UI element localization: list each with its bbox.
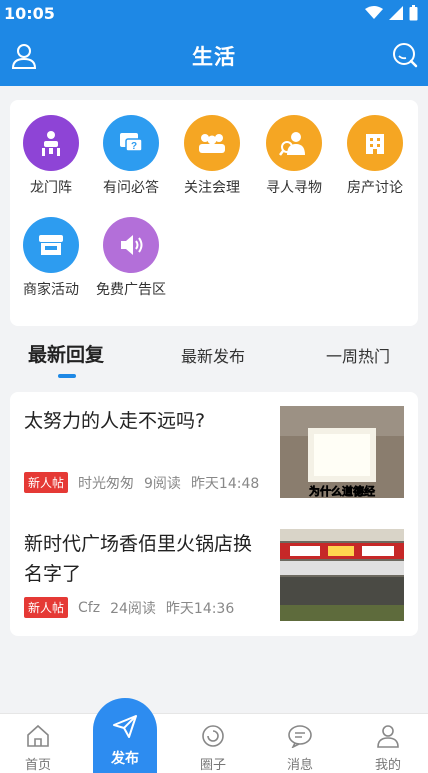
circle-icon (202, 725, 224, 747)
category-mianfeiguanggao[interactable]: 免费广告区 (90, 217, 172, 299)
meeting-icon (23, 115, 79, 171)
category-fangchantaolun[interactable]: 房产讨论 (334, 115, 416, 197)
bottom-nav: 首页 圈子 消息 我的 (0, 713, 428, 773)
category-grid: 龙门阵 ? 有问必答 关注会理 寻人寻物 房产讨论 商家活动 免费广告区 (10, 100, 418, 326)
active-tab-indicator (58, 374, 76, 378)
post-time: 昨天14:36 (165, 600, 235, 617)
chat-icon (288, 725, 312, 749)
status-time: 10:05 (4, 3, 55, 23)
group-icon (184, 115, 240, 171)
post-thumbnail: 为什么道德经 (280, 406, 404, 498)
signal-icon (389, 6, 403, 20)
category-label: 免费广告区 (96, 282, 166, 298)
list-item[interactable]: 新时代广场香佰里火锅店换名字了 新人帖 Cfz 24阅读 昨天14:36 (10, 515, 418, 633)
status-bar: 10:05 (0, 0, 428, 26)
store-icon (23, 217, 79, 273)
speaker-icon (103, 217, 159, 273)
tab-latest-publish[interactable]: 最新发布 (181, 343, 245, 367)
post-reads: 24阅读 (110, 600, 156, 617)
page-title: 生活 (192, 45, 236, 69)
category-xunrenxunwu[interactable]: 寻人寻物 (253, 115, 335, 197)
nav-circle[interactable]: 圈子 (183, 724, 243, 773)
send-icon (113, 715, 137, 738)
nav-bar: 生活 (0, 26, 428, 86)
new-user-badge: 新人帖 (24, 597, 69, 618)
tab-latest-reply[interactable]: 最新回复 (28, 340, 104, 367)
status-icons (365, 5, 418, 21)
post-thumbnail (280, 529, 404, 621)
category-youwenbida[interactable]: ? 有问必答 (90, 115, 172, 197)
home-icon (27, 724, 49, 747)
post-title: 新时代广场香佰里火锅店换名字了 (24, 533, 253, 585)
list-item[interactable]: 太努力的人走不远吗? 新人帖 时光匆匆 9阅读 昨天14:48 为什么道德经 (10, 392, 418, 510)
search-icon[interactable] (392, 42, 418, 68)
publish-button[interactable]: 发布 (93, 698, 157, 773)
search-person-icon (266, 115, 322, 171)
nav-messages-label: 消息 (286, 758, 313, 773)
tab-weekly-hot[interactable]: 一周热门 (326, 343, 390, 367)
category-label: 关注会理 (184, 180, 240, 196)
svg-text:?: ? (131, 141, 137, 152)
post-meta: 新人帖 Cfz 24阅读 昨天14:36 (24, 597, 234, 618)
category-label: 寻人寻物 (266, 180, 322, 196)
category-guanzhuhuili[interactable]: 关注会理 (171, 115, 253, 197)
battery-icon (409, 5, 418, 21)
category-longmenzhen[interactable]: 龙门阵 (10, 115, 92, 197)
post-author: 时光匆匆 (78, 475, 135, 492)
category-label: 有问必答 (103, 180, 159, 196)
post-title: 太努力的人走不远吗? (24, 410, 206, 432)
building-icon (347, 115, 403, 171)
post-time: 昨天14:48 (190, 475, 260, 492)
publish-label: 发布 (111, 751, 139, 767)
post-reads: 9阅读 (144, 475, 181, 492)
user-icon (377, 725, 399, 748)
wifi-icon (365, 6, 383, 19)
category-shangjiahuodong[interactable]: 商家活动 (10, 217, 92, 299)
nav-mine[interactable]: 我的 (358, 724, 418, 773)
category-label: 房产讨论 (347, 180, 403, 196)
nav-home[interactable]: 首页 (8, 724, 68, 773)
question-icon: ? (103, 115, 159, 171)
post-author: Cfz (78, 599, 101, 616)
post-meta: 新人帖 时光匆匆 9阅读 昨天14:48 (24, 472, 259, 493)
nav-home-label: 首页 (24, 758, 51, 773)
nav-circle-label: 圈子 (199, 758, 226, 773)
user-profile-icon[interactable] (10, 42, 38, 70)
top-bar: 10:05 生活 (0, 0, 428, 86)
thumb-caption: 为什么道德经 (309, 484, 375, 498)
category-label: 龙门阵 (30, 180, 72, 196)
nav-messages[interactable]: 消息 (270, 724, 330, 773)
category-label: 商家活动 (23, 282, 79, 298)
new-user-badge: 新人帖 (24, 472, 69, 493)
post-list: 太努力的人走不远吗? 新人帖 时光匆匆 9阅读 昨天14:48 为什么道德经 新… (10, 392, 418, 636)
nav-mine-label: 我的 (374, 758, 401, 773)
